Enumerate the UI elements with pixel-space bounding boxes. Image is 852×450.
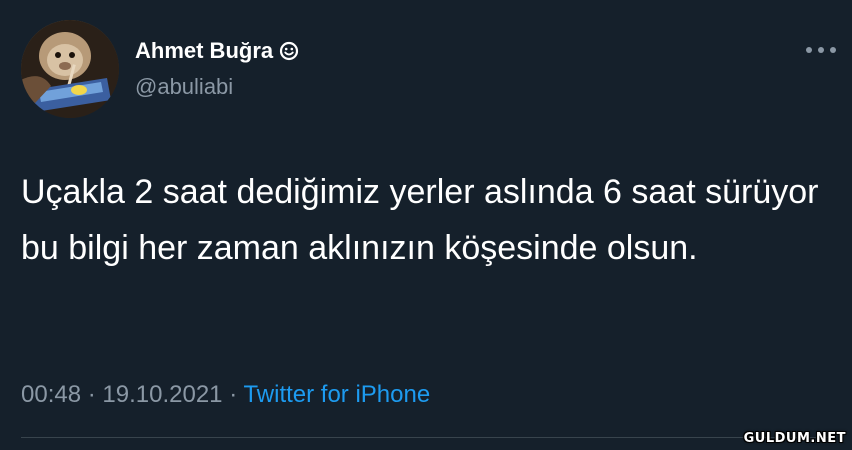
smiley-face-icon bbox=[279, 41, 299, 61]
divider bbox=[21, 437, 831, 438]
tweet-card: Ahmet Buğra @abuliabi Uçakla 2 saat dedi… bbox=[0, 0, 852, 450]
watermark: GULDUM.NET bbox=[743, 431, 846, 446]
more-dot bbox=[818, 47, 824, 53]
tweet-meta: 00:48 · 19.10.2021 · Twitter for iPhone bbox=[21, 380, 430, 410]
avatar[interactable] bbox=[21, 20, 119, 118]
tweet-text: Uçakla 2 saat dediğimiz yerler aslında 6… bbox=[21, 173, 819, 267]
tweet-source-link[interactable]: Twitter for iPhone bbox=[243, 381, 430, 408]
avatar-image bbox=[21, 20, 119, 118]
author-handle[interactable]: @abuliabi bbox=[135, 74, 233, 100]
author-name-row: Ahmet Buğra bbox=[135, 38, 299, 64]
more-dot bbox=[806, 47, 812, 53]
author-display-name[interactable]: Ahmet Buğra bbox=[135, 38, 273, 64]
tweet-date[interactable]: 19.10.2021 bbox=[102, 381, 222, 408]
tweet-time[interactable]: 00:48 bbox=[21, 381, 81, 408]
meta-separator: · bbox=[229, 381, 238, 408]
more-options-icon[interactable] bbox=[806, 40, 836, 60]
more-dot bbox=[830, 47, 836, 53]
meta-separator: · bbox=[87, 381, 96, 408]
